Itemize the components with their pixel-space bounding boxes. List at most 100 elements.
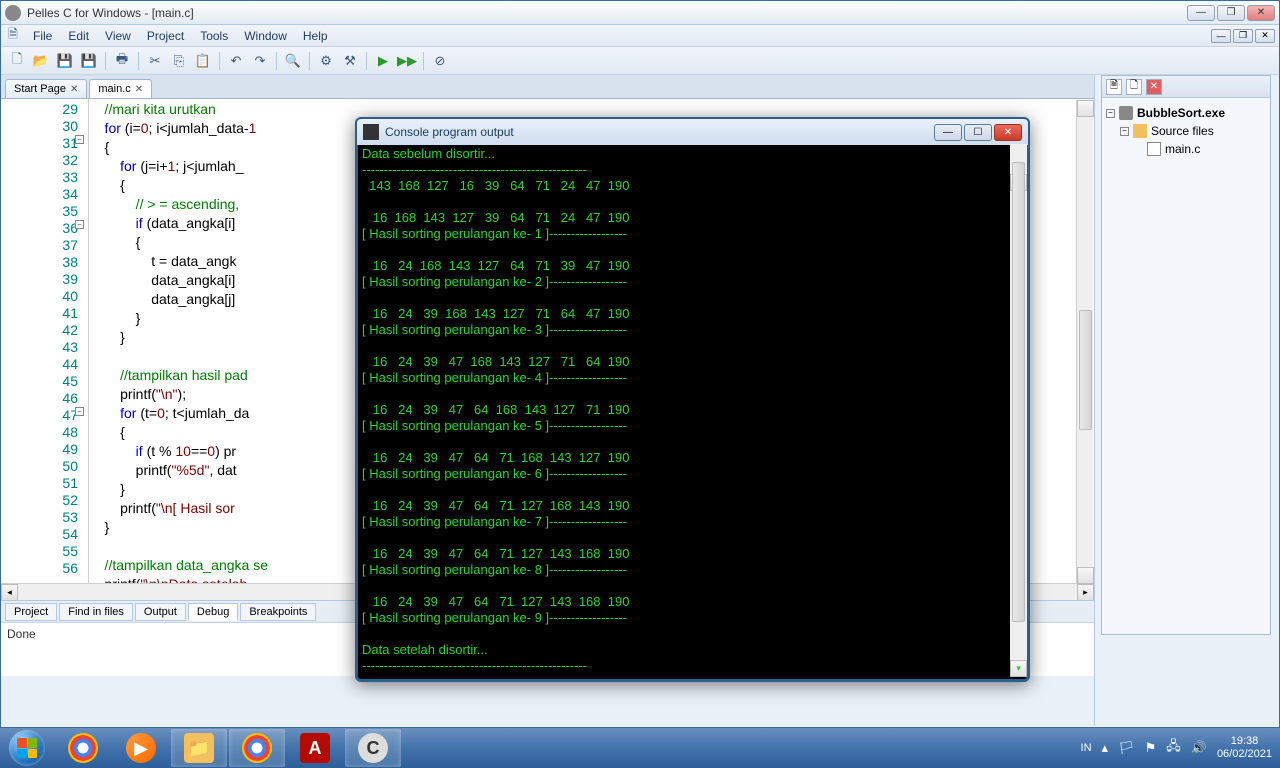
taskbar-adobe-reader[interactable]: A	[287, 729, 343, 767]
mdi-restore-button[interactable]: ❐	[1233, 29, 1253, 43]
console-output[interactable]: Data sebelum disortir... ---------------…	[358, 144, 1027, 677]
new-file-icon[interactable]: 🗎	[5, 28, 21, 44]
btab-find[interactable]: Find in files	[59, 603, 133, 621]
explorer-view-icon[interactable]: 🗎	[1106, 79, 1122, 95]
media-player-icon: ▶	[126, 733, 156, 763]
console-maximize-button[interactable]: ☐	[964, 124, 992, 141]
document-tabs: Start Page ✕ main.c ✕	[1, 75, 1094, 99]
btab-project[interactable]: Project	[5, 603, 57, 621]
tray-volume-icon[interactable]: 🔊	[1191, 740, 1207, 756]
title-bar: Pelles C for Windows - [main.c] — ❐ ✕	[1, 1, 1279, 25]
mdi-close-button[interactable]: ✕	[1255, 29, 1275, 43]
explorer-toolbar: 🗎 🗋 ✕	[1102, 76, 1270, 98]
tray-action-center-icon[interactable]: ⚑	[1145, 740, 1157, 756]
paste-icon[interactable]: 📋	[193, 51, 213, 71]
cut-icon[interactable]: ✂	[145, 51, 165, 71]
taskbar-pelles-c[interactable]: C	[345, 729, 401, 767]
scroll-thumb[interactable]	[1079, 310, 1092, 430]
mdi-minimize-button[interactable]: —	[1211, 29, 1231, 43]
mdi-controls: — ❐ ✕	[1211, 29, 1275, 43]
run-icon[interactable]: ▶	[373, 51, 393, 71]
line-gutter: 2930313233343536373839404142434445464748…	[1, 99, 89, 583]
tray-flag-icon[interactable]: 🏳	[1118, 740, 1135, 756]
console-title-bar: Console program output — ☐ ✕	[357, 119, 1028, 145]
menu-edit[interactable]: Edit	[60, 27, 97, 45]
console-minimize-button[interactable]: —	[934, 124, 962, 141]
menu-view[interactable]: View	[97, 27, 139, 45]
scroll-up-icon[interactable]	[1077, 100, 1094, 117]
menu-project[interactable]: Project	[139, 27, 192, 45]
tray-show-hidden-icon[interactable]: ▴	[1102, 740, 1109, 756]
tray-clock[interactable]: 19:38 06/02/2021	[1217, 735, 1272, 761]
menu-file[interactable]: File	[25, 27, 60, 45]
btab-breakpoints[interactable]: Breakpoints	[240, 603, 316, 621]
project-tree: − BubbleSort.exe − Source files main.c	[1102, 98, 1270, 164]
tray-date: 06/02/2021	[1217, 748, 1272, 761]
tree-folder-source[interactable]: − Source files	[1106, 122, 1266, 140]
tree-label: main.c	[1165, 140, 1200, 158]
tray-lang-indicator[interactable]: IN	[1081, 742, 1092, 754]
btab-output[interactable]: Output	[135, 603, 186, 621]
save-all-icon[interactable]: 💾	[79, 51, 99, 71]
exe-icon	[1119, 106, 1133, 120]
explorer-refresh-icon[interactable]: 🗋	[1126, 79, 1142, 95]
close-button[interactable]: ✕	[1247, 5, 1275, 21]
print-icon[interactable]: 🖶	[112, 51, 132, 71]
fold-icon[interactable]: −	[75, 220, 84, 229]
tree-root-exe[interactable]: − BubbleSort.exe	[1106, 104, 1266, 122]
find-icon[interactable]: 🔍	[283, 51, 303, 71]
tree-label: Source files	[1151, 122, 1214, 140]
copy-icon[interactable]: ⎘	[169, 51, 189, 71]
tab-close-icon[interactable]: ✕	[135, 84, 143, 95]
window-title: Pelles C for Windows - [main.c]	[27, 6, 1187, 20]
menu-tools[interactable]: Tools	[192, 27, 236, 45]
menu-help[interactable]: Help	[295, 27, 336, 45]
fold-icon[interactable]: −	[75, 407, 84, 416]
tree-label: BubbleSort.exe	[1137, 104, 1225, 122]
tray-network-icon[interactable]: 🖧	[1166, 737, 1181, 759]
tab-close-icon[interactable]: ✕	[70, 84, 78, 95]
new-icon[interactable]: 🗋	[7, 51, 27, 71]
undo-icon[interactable]: ↶	[226, 51, 246, 71]
scroll-down-icon[interactable]: ▾	[1010, 660, 1027, 677]
system-tray: IN ▴ 🏳 ⚑ 🖧 🔊 19:38 06/02/2021	[1073, 728, 1280, 768]
build-icon[interactable]: ⚒	[340, 51, 360, 71]
file-icon	[1147, 142, 1161, 156]
taskbar-chrome-2[interactable]	[229, 729, 285, 767]
redo-icon[interactable]: ↷	[250, 51, 270, 71]
taskbar-chrome[interactable]	[55, 729, 111, 767]
start-button[interactable]	[0, 728, 54, 768]
windows-logo-icon	[9, 730, 45, 766]
tab-start-page[interactable]: Start Page ✕	[5, 79, 87, 98]
stop-icon[interactable]: ⊘	[430, 51, 450, 71]
maximize-button[interactable]: ❐	[1217, 5, 1245, 21]
toolbar: 🗋 📂 💾 💾 🖶 ✂ ⎘ 📋 ↶ ↷ 🔍 ⚙ ⚒ ▶ ▶▶ ⊘	[1, 47, 1279, 75]
tray-time: 19:38	[1217, 735, 1272, 748]
save-icon[interactable]: 💾	[55, 51, 75, 71]
debug-icon[interactable]: ▶▶	[397, 51, 417, 71]
explorer-close-icon[interactable]: ✕	[1146, 79, 1162, 95]
console-window: Console program output — ☐ ✕ Data sebelu…	[355, 117, 1030, 682]
tab-main-c[interactable]: main.c ✕	[89, 79, 152, 98]
console-close-button[interactable]: ✕	[994, 124, 1022, 141]
compile-icon[interactable]: ⚙	[316, 51, 336, 71]
chrome-icon	[242, 733, 272, 763]
scroll-thumb[interactable]	[1012, 162, 1025, 622]
expand-icon[interactable]: −	[1120, 127, 1129, 136]
expand-icon[interactable]: −	[1106, 109, 1115, 118]
btab-debug[interactable]: Debug	[188, 603, 238, 621]
taskbar-explorer[interactable]: 📁	[171, 729, 227, 767]
open-icon[interactable]: 📂	[31, 51, 51, 71]
scroll-down-icon[interactable]	[1077, 567, 1094, 584]
minimize-button[interactable]: —	[1187, 5, 1215, 21]
editor-vertical-scrollbar[interactable]	[1076, 100, 1093, 584]
fold-icon[interactable]: −	[75, 135, 84, 144]
scroll-right-icon[interactable]: ▸	[1077, 584, 1094, 601]
tab-label: Start Page	[14, 83, 66, 95]
menu-window[interactable]: Window	[236, 27, 295, 45]
console-scrollbar[interactable]: ▴ ▾	[1010, 144, 1027, 677]
taskbar-media-player[interactable]: ▶	[113, 729, 169, 767]
adobe-icon: A	[300, 733, 330, 763]
tree-file-main-c[interactable]: main.c	[1106, 140, 1266, 158]
scroll-left-icon[interactable]: ◂	[1, 584, 18, 601]
